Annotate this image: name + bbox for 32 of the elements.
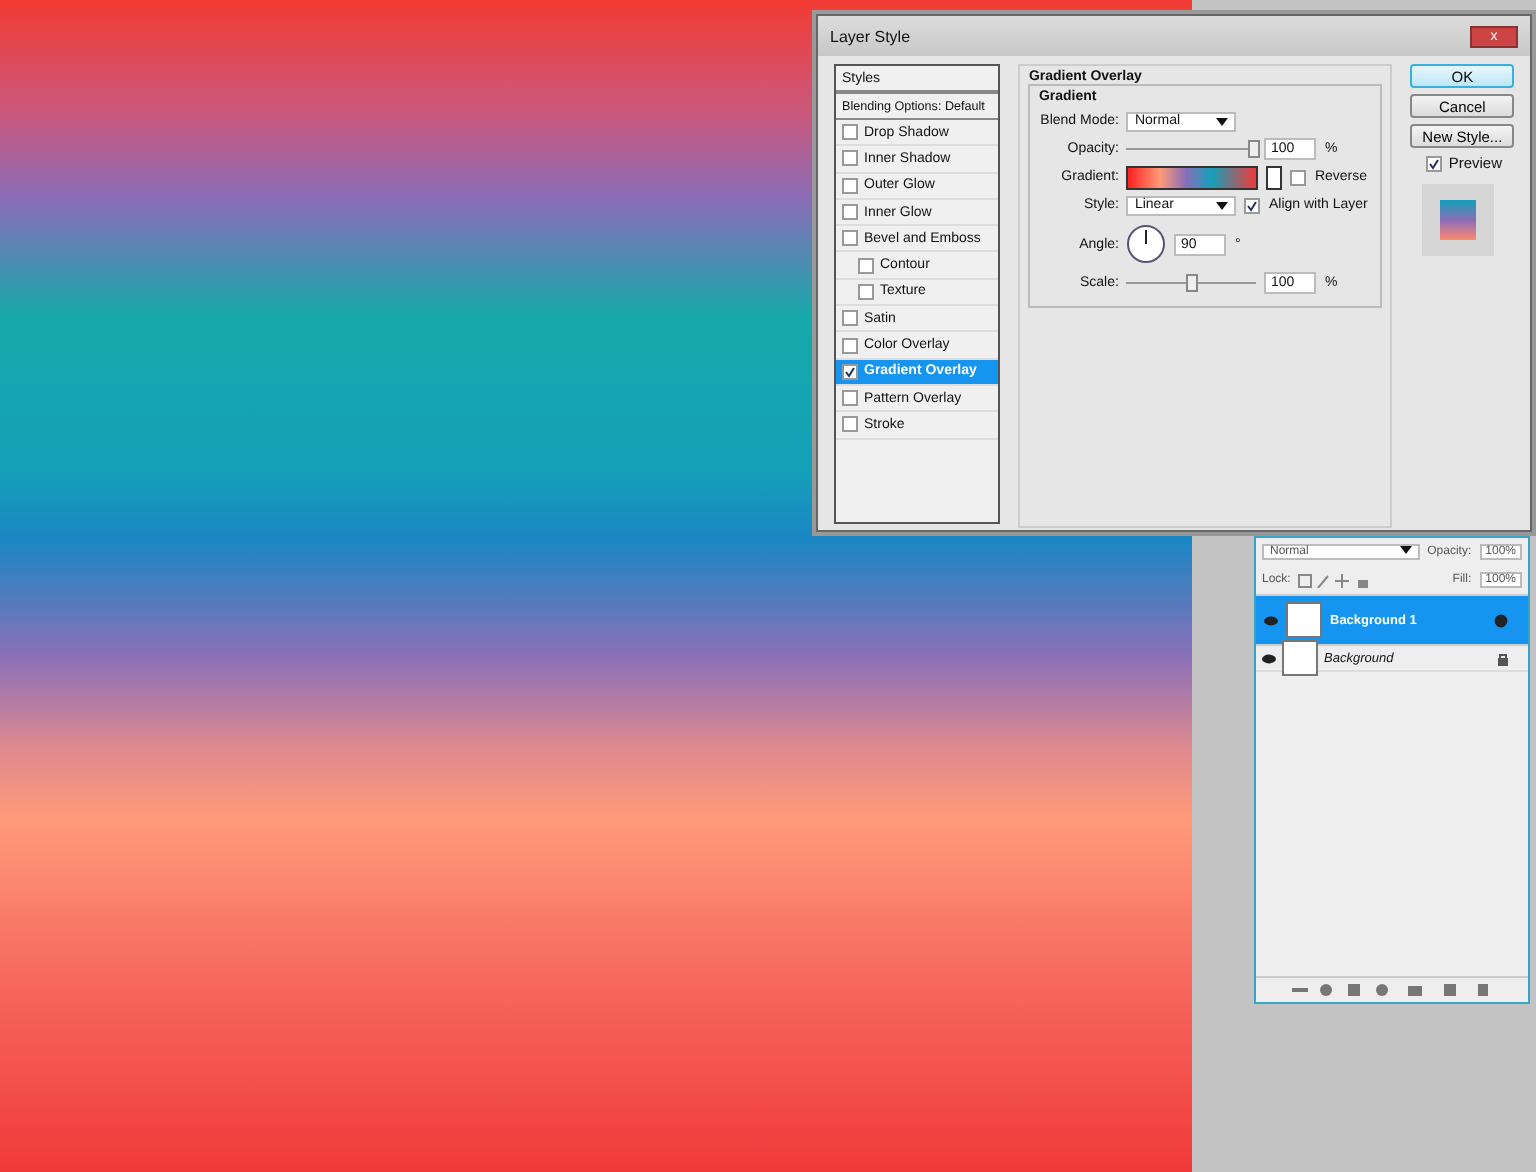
gradient-swatch[interactable] [1126, 165, 1259, 189]
lock-icon [1496, 651, 1510, 666]
eye-icon[interactable] [1262, 653, 1276, 664]
window-title: Layer Style [830, 27, 911, 45]
checkbox[interactable] [858, 283, 874, 300]
checkbox[interactable] [842, 177, 858, 194]
checkbox[interactable] [842, 230, 858, 247]
layer-thumbnail [1282, 640, 1318, 677]
checkbox[interactable] [1426, 155, 1443, 171]
checkbox[interactable] [842, 337, 858, 354]
checkbox[interactable] [842, 310, 858, 327]
checkbox[interactable] [842, 150, 858, 167]
effects-icon [1494, 613, 1508, 627]
caret-icon [1216, 117, 1229, 125]
lock-icons[interactable] [1298, 573, 1371, 587]
checkbox[interactable] [1244, 197, 1261, 213]
checkbox[interactable] [1290, 169, 1307, 185]
checkbox[interactable] [842, 204, 858, 221]
checkbox[interactable] [842, 363, 858, 380]
checkbox[interactable] [842, 416, 858, 433]
caret-icon [1399, 546, 1412, 554]
caret-icon [1216, 201, 1229, 209]
checkbox[interactable] [858, 257, 874, 274]
checkbox[interactable] [842, 124, 858, 141]
slider-thumb[interactable] [1247, 140, 1260, 158]
slider-thumb[interactable] [1185, 274, 1198, 292]
gradient-dropdown[interactable] [1266, 165, 1283, 189]
checkbox[interactable] [842, 390, 858, 407]
layer-thumbnail [1286, 602, 1322, 638]
angle-dial[interactable] [1126, 224, 1167, 264]
layer-toolbar-icons[interactable] [1292, 984, 1492, 996]
preview-gradient [1440, 200, 1477, 240]
